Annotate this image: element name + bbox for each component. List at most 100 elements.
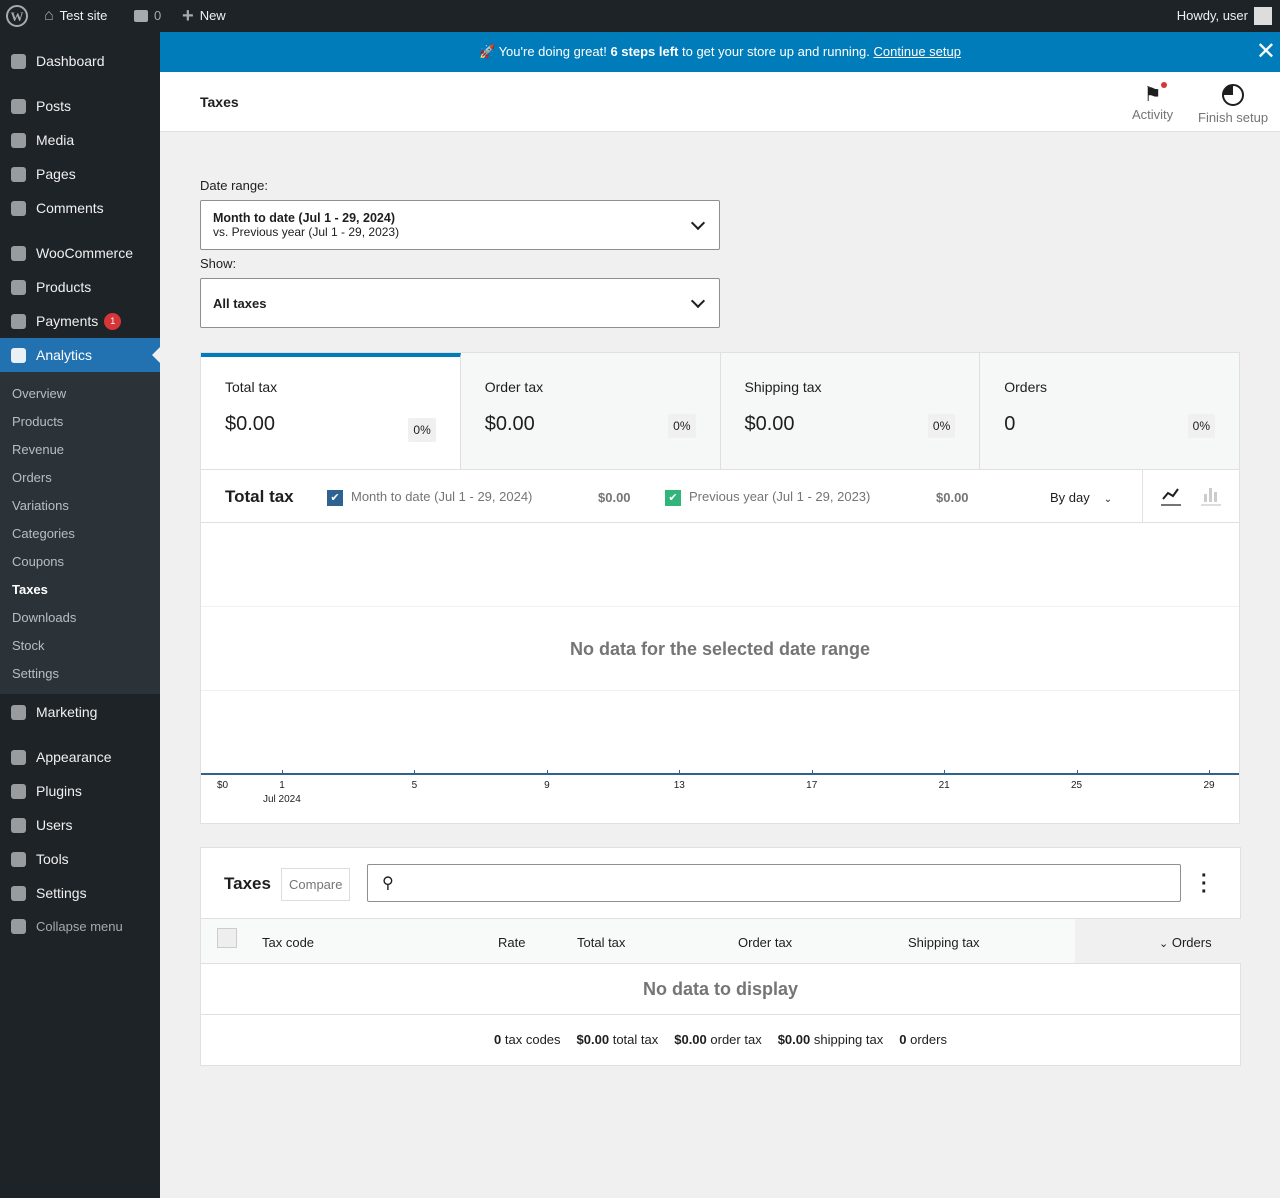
sidebar-item-woocommerce[interactable]: WooCommerce <box>0 236 160 270</box>
plus-icon: + <box>182 5 194 27</box>
sidebar-item-users[interactable]: Users <box>0 808 160 842</box>
sidebar-item-marketing[interactable]: Marketing <box>0 695 160 729</box>
x-tick-mark <box>1076 770 1078 775</box>
chevron-down-icon: ⌄ <box>1159 938 1169 950</box>
interval-select[interactable]: By day ⌄ <box>1050 490 1112 505</box>
x-tick-mark <box>414 770 416 775</box>
x-tick-mark <box>1209 770 1210 775</box>
chart-title: Total tax <box>225 487 294 506</box>
page-header: Taxes ⚑ Activity Finish setup <box>160 72 1280 132</box>
progress-circle-icon <box>1222 84 1245 106</box>
sidebar-item-label: Appearance <box>36 749 112 765</box>
submenu-item-downloads[interactable]: Downloads <box>12 610 76 625</box>
column-shipping-tax[interactable]: Shipping tax <box>908 935 980 950</box>
sidebar-item-plugins[interactable]: Plugins <box>0 774 160 808</box>
table-title: Taxes <box>224 874 271 893</box>
x-axis-sublabel: Jul 2024 <box>263 794 301 805</box>
dashboard-icon <box>8 51 28 71</box>
sidebar-item-appearance[interactable]: Appearance <box>0 740 160 774</box>
submenu-item-categories[interactable]: Categories <box>12 526 75 541</box>
submenu-item-revenue[interactable]: Revenue <box>12 442 64 457</box>
bar-chart-icon[interactable] <box>1201 486 1221 506</box>
legend-item[interactable]: ✔ Month to date (Jul 1 - 29, 2024) <box>327 489 532 506</box>
submenu-item-overview[interactable]: Overview <box>12 386 66 401</box>
card-title: Total tax <box>225 379 278 395</box>
wrench-icon <box>8 849 28 869</box>
sidebar-item-analytics[interactable]: Analytics <box>0 338 160 372</box>
sidebar-item-pages[interactable]: Pages <box>0 157 160 191</box>
table-summary: 0 tax codes $0.00 total tax $0.00 order ta… <box>201 1032 1240 1047</box>
close-icon[interactable]: ✕ <box>1256 32 1276 72</box>
card-value: $0.00 <box>744 413 795 435</box>
column-total-tax[interactable]: Total tax <box>577 935 625 950</box>
legend-item[interactable]: ✔ Previous year (Jul 1 - 29, 2023) <box>665 489 870 506</box>
more-options-icon[interactable]: · · · <box>1201 866 1208 902</box>
bar-chart-icon <box>8 345 28 365</box>
site-link[interactable]: ⌂ Test site <box>44 0 107 32</box>
delta-badge: 0% <box>668 414 696 438</box>
y-tick: $0 <box>217 780 229 791</box>
sidebar-item-settings[interactable]: Settings <box>0 876 160 910</box>
column-rate[interactable]: Rate <box>498 935 525 950</box>
comment-icon <box>8 198 28 218</box>
sidebar-item-label: WooCommerce <box>36 245 133 261</box>
show-label: Show: <box>200 256 237 271</box>
submenu-item-settings[interactable]: Settings <box>12 666 59 681</box>
summary-card-orders[interactable]: Orders 0 0% <box>980 353 1239 469</box>
show-select[interactable]: All taxes <box>200 278 720 328</box>
sidebar-item-dashboard[interactable]: Dashboard <box>0 44 160 78</box>
column-orders[interactable]: ⌄ Orders <box>1159 935 1212 950</box>
x-tick-mark <box>944 770 946 775</box>
continue-setup-link[interactable]: Continue setup <box>874 44 961 59</box>
wordpress-logo-icon[interactable]: W <box>6 0 28 32</box>
summary-card-order-tax[interactable]: Order tax $0.00 0% <box>460 353 721 469</box>
x-axis <box>201 773 1239 775</box>
pin-icon <box>8 96 28 116</box>
sidebar-item-posts[interactable]: Posts <box>0 89 160 123</box>
account-menu[interactable]: Howdy, user <box>1177 0 1272 32</box>
x-tick-mark <box>546 770 548 775</box>
page-title: Taxes <box>200 94 239 110</box>
sidebar-item-tools[interactable]: Tools <box>0 842 160 876</box>
new-link[interactable]: + New <box>182 0 226 32</box>
pages-icon <box>8 164 28 184</box>
activity-button[interactable]: ⚑ Activity <box>1132 82 1173 122</box>
submenu-item-taxes[interactable]: Taxes <box>12 582 48 597</box>
taxes-table-panel: Taxes Compare ⚲ · · · Tax code Rate Total … <box>200 847 1241 1066</box>
sidebar: Overview Products Revenue Orders Variations C… <box>0 32 160 1198</box>
card-title: Shipping tax <box>744 379 822 395</box>
sidebar-item-label: Users <box>36 817 73 833</box>
column-tax-code[interactable]: Tax code <box>262 935 314 950</box>
collapse-icon <box>8 916 28 936</box>
svg-text:W: W <box>11 9 24 24</box>
column-order-tax[interactable]: Order tax <box>738 935 792 950</box>
sidebar-item-collapse-menu[interactable]: Collapse menu <box>0 909 160 943</box>
submenu-item-stock[interactable]: Stock <box>12 638 45 653</box>
sidebar-item-comments[interactable]: Comments <box>0 191 160 225</box>
search-input[interactable]: ⚲ <box>367 864 1181 902</box>
delta-badge: 0% <box>927 414 956 438</box>
finish-setup-button[interactable]: Finish setup <box>1198 82 1268 125</box>
date-range-select[interactable]: Month to date (Jul 1 - 29, 2024) vs. Pre… <box>200 200 720 250</box>
summary-cards: Total tax $0.00 0% Order tax $0.00 0% Shipping… <box>200 352 1240 470</box>
woo-icon <box>8 243 28 263</box>
x-tick-label: 17 <box>806 780 818 791</box>
summary-card-total-tax[interactable]: Total tax $0.00 0% <box>201 353 461 469</box>
submenu-item-products[interactable]: Products <box>12 414 63 429</box>
checkbox-icon: ✔ <box>327 489 343 506</box>
submenu-item-variations[interactable]: Variations <box>12 498 69 513</box>
summary-card-shipping-tax[interactable]: Shipping tax $0.00 0% <box>720 353 981 469</box>
select-all-checkbox[interactable] <box>217 928 237 948</box>
line-chart-icon[interactable] <box>1161 486 1181 506</box>
sidebar-item-label: Plugins <box>36 783 82 799</box>
sidebar-item-products[interactable]: Products <box>0 270 160 304</box>
compare-button[interactable]: Compare <box>281 868 351 901</box>
brush-icon <box>8 747 28 767</box>
submenu-item-orders[interactable]: Orders <box>12 470 52 485</box>
admin-bar: W ⌂ Test site 0 + New Howdy, user <box>0 0 1280 32</box>
sidebar-item-media[interactable]: Media <box>0 123 160 157</box>
submenu-item-coupons[interactable]: Coupons <box>12 554 64 569</box>
comments-link[interactable]: 0 <box>134 0 161 32</box>
notification-badge: 1 <box>104 312 122 330</box>
sidebar-item-payments[interactable]: Payments 1 <box>0 304 160 338</box>
